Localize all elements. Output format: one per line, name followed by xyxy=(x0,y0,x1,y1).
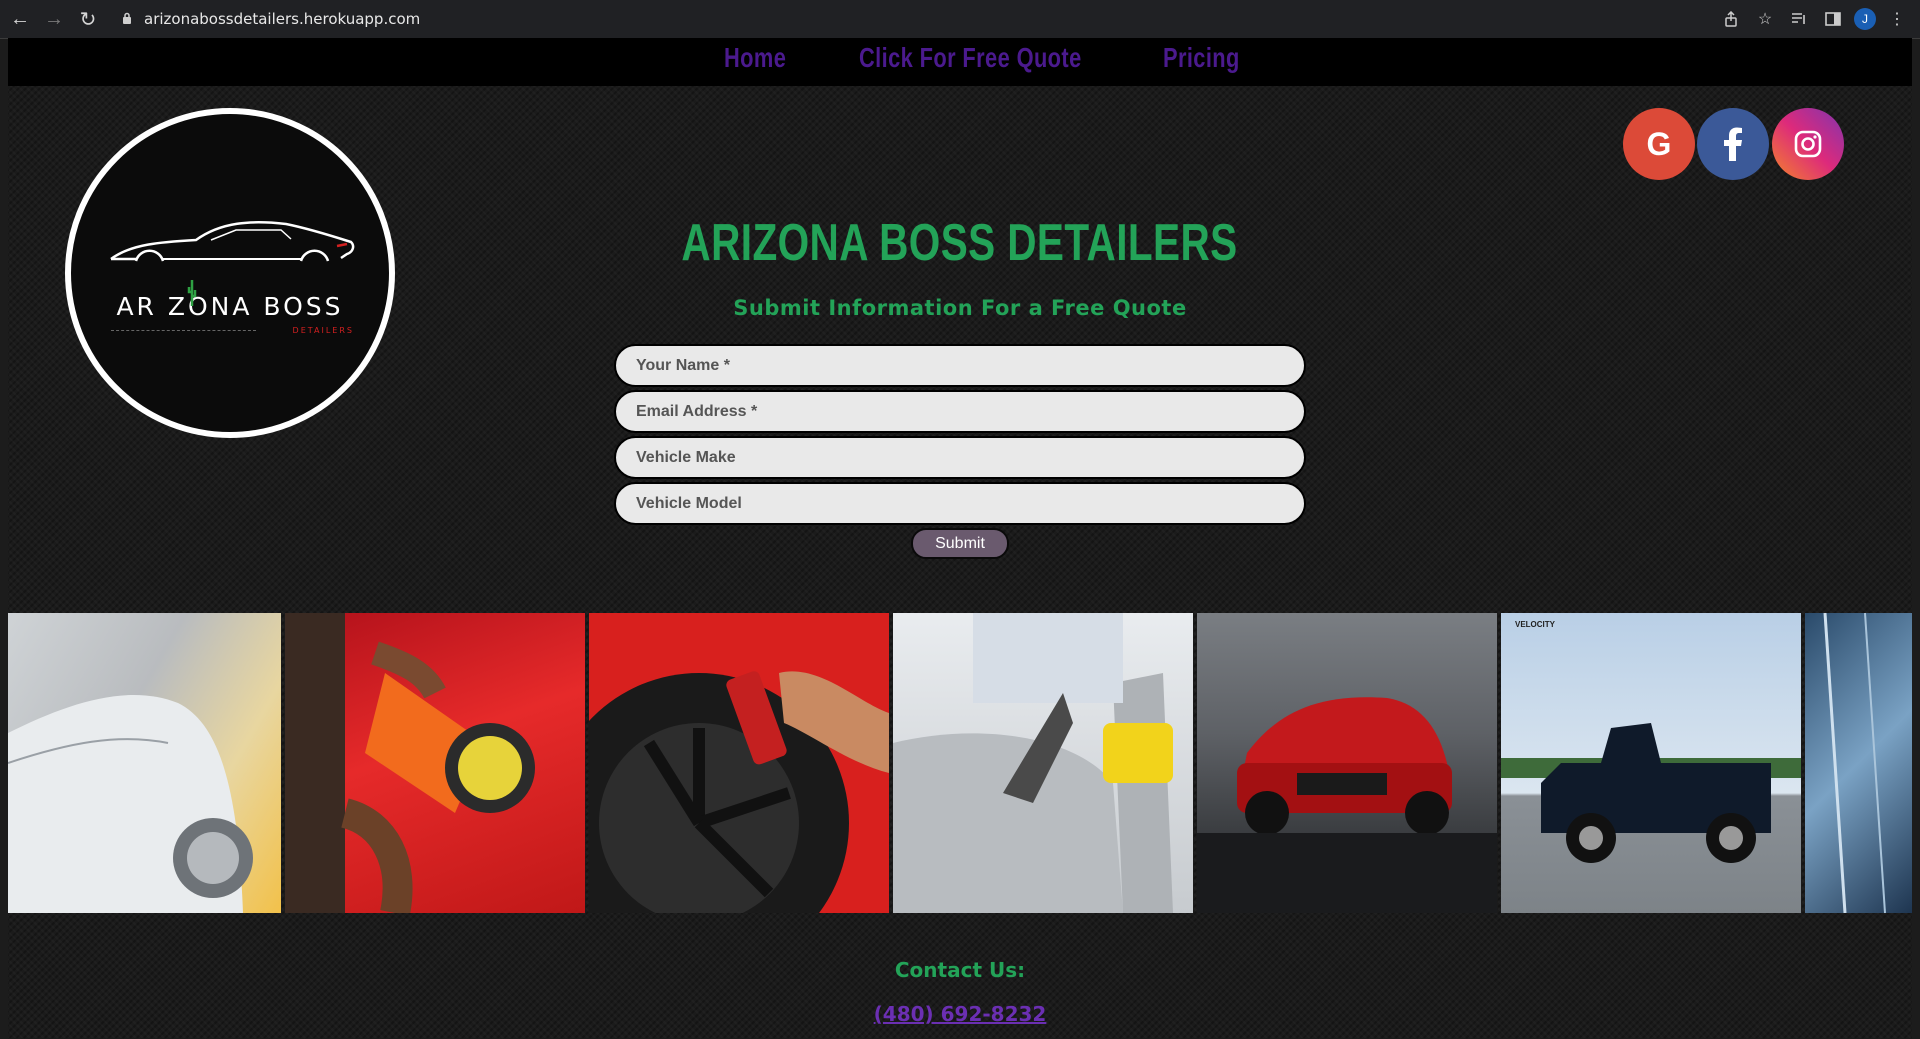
page-title: ARIZONA BOSS DETAILERS xyxy=(681,214,1239,272)
gallery-image-red-mustang xyxy=(1197,613,1497,913)
gallery-image-blue-pickup: VELOCITY xyxy=(1501,613,1801,913)
instagram-icon[interactable] xyxy=(1772,108,1844,180)
share-icon[interactable] xyxy=(1718,6,1744,32)
bookmark-star-icon[interactable]: ☆ xyxy=(1752,6,1778,32)
facebook-icon[interactable] xyxy=(1697,108,1769,180)
nav-home-link[interactable]: Home xyxy=(724,42,786,74)
site-logo: AR ZONA BOSS DETAILERS xyxy=(65,108,395,438)
phone-link[interactable]: (480) 692-8232 xyxy=(874,1002,1047,1026)
more-menu-icon[interactable]: ⋮ xyxy=(1884,6,1910,32)
page-content: Home Click For Free Quote Pricing AR ZON… xyxy=(8,38,1912,1039)
logo-divider xyxy=(111,330,256,331)
top-nav: Home Click For Free Quote Pricing xyxy=(8,38,1912,86)
name-field[interactable] xyxy=(614,344,1306,387)
gallery-image-glass xyxy=(1805,613,1912,913)
velocity-banner-text: VELOCITY xyxy=(1515,620,1556,629)
nav-free-quote-link[interactable]: Click For Free Quote xyxy=(859,42,1082,74)
email-field[interactable] xyxy=(614,390,1306,433)
gallery-image-polisher xyxy=(285,613,585,913)
google-icon[interactable]: G xyxy=(1623,108,1695,180)
page-title-wrap: ARIZONA BOSS DETAILERS xyxy=(8,213,1912,273)
gallery-image-foam-wash xyxy=(8,613,281,913)
nav-pricing-link[interactable]: Pricing xyxy=(1163,42,1240,74)
gallery-image-seat-cleaning xyxy=(893,613,1193,913)
address-bar[interactable]: arizonabossdetailers.herokuapp.com xyxy=(122,5,420,33)
profile-avatar[interactable]: J xyxy=(1854,8,1876,30)
reload-icon[interactable]: ↻ xyxy=(74,5,102,33)
google-letter: G xyxy=(1646,125,1672,162)
phone-wrap: (480) 692-8232 xyxy=(8,1002,1912,1026)
back-icon[interactable]: ← xyxy=(6,5,34,33)
reading-list-icon[interactable] xyxy=(1786,6,1812,32)
side-panel-icon[interactable] xyxy=(1820,6,1846,32)
lock-icon xyxy=(122,10,132,28)
vehicle-model-field[interactable] xyxy=(614,482,1306,525)
url-text: arizonabossdetailers.herokuapp.com xyxy=(144,10,421,28)
form-subtitle: Submit Information For a Free Quote xyxy=(733,296,1187,320)
logo-sub-text: DETAILERS xyxy=(292,326,354,335)
forward-icon[interactable]: → xyxy=(40,5,68,33)
gallery-image-wheel-spray xyxy=(589,613,889,913)
browser-toolbar: ← → ↻ arizonabossdetailers.herokuapp.com… xyxy=(0,0,1920,39)
submit-button[interactable]: Submit xyxy=(911,528,1009,559)
vehicle-make-field[interactable] xyxy=(614,436,1306,479)
contact-heading: Contact Us: xyxy=(894,958,1026,982)
